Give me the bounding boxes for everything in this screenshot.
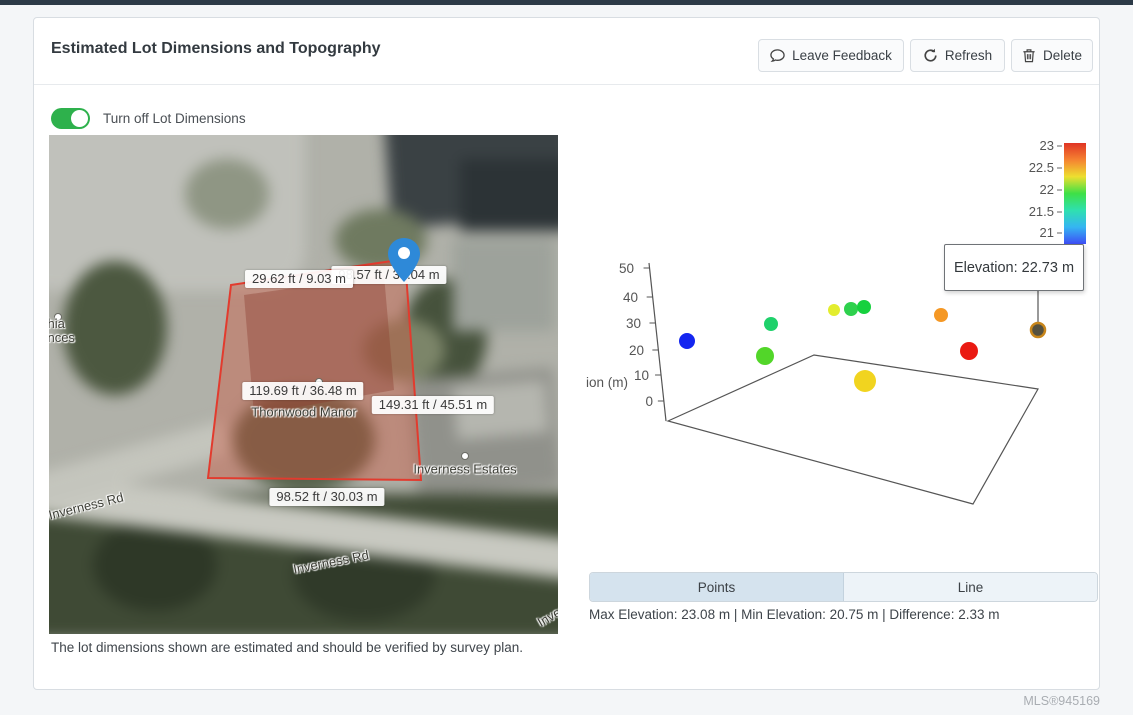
satellite-map[interactable]: 98.57 ft / 30.04 m 29.62 ft / 9.03 m 119… (49, 135, 558, 634)
colorbar-tick-label: 22.5 (1029, 160, 1054, 175)
z-axis-tick-label: 0 (645, 394, 653, 409)
elevation-point[interactable] (960, 342, 978, 360)
tab-line[interactable]: Line (844, 573, 1097, 601)
lot-dimension-label: 119.69 ft / 36.48 m (242, 382, 363, 400)
refresh-button[interactable]: Refresh (910, 39, 1005, 72)
disclaimer-text: The lot dimensions shown are estimated a… (51, 637, 549, 658)
elevation-point[interactable] (854, 370, 876, 392)
map-label-inverness-estates: Inverness Estates (413, 462, 516, 477)
elevation-point[interactable] (764, 317, 778, 331)
z-axis-tick-label: 20 (629, 343, 644, 358)
lot-dimensions-card: Estimated Lot Dimensions and Topography … (33, 17, 1100, 690)
elevation-point[interactable] (844, 302, 858, 316)
lot-dimension-label: 29.62 ft / 9.03 m (245, 270, 353, 288)
lot-dimension-label: 149.31 ft / 45.51 m (372, 396, 494, 414)
chart-mode-tabs: Points Line (589, 572, 1098, 602)
poi-dot (462, 453, 469, 460)
elevation-stats: Max Elevation: 23.08 m | Min Elevation: … (589, 607, 999, 622)
delete-label: Delete (1043, 48, 1082, 63)
trash-icon (1022, 48, 1036, 63)
delete-button[interactable]: Delete (1011, 39, 1093, 72)
map-label-clipped-residences: ophia dences (49, 317, 75, 345)
leave-feedback-button[interactable]: Leave Feedback (758, 39, 904, 72)
speech-bubble-icon (770, 48, 785, 63)
lot-boundary-polygon[interactable] (208, 259, 421, 480)
plot-floor (668, 355, 1038, 504)
colorbar-tick-label: 21.5 (1029, 204, 1054, 219)
leave-feedback-label: Leave Feedback (792, 48, 892, 63)
z-axis-tick-label: 50 (619, 261, 634, 276)
z-axis-tick-label: 40 (623, 290, 638, 305)
colorbar (1064, 143, 1086, 244)
tab-points[interactable]: Points (590, 573, 844, 601)
toggle-knob (71, 110, 88, 127)
elevation-point-hovered[interactable] (1031, 323, 1045, 337)
z-axis-tick-label: 10 (634, 368, 649, 383)
lot-dimension-label: 98.52 ft / 30.03 m (269, 488, 384, 506)
top-navigation-bar (0, 0, 1133, 5)
elevation-tooltip: Elevation: 22.73 m (944, 244, 1084, 291)
elevation-point[interactable] (756, 347, 774, 365)
map-pin-icon[interactable] (380, 230, 428, 288)
card-header: Estimated Lot Dimensions and Topography … (34, 18, 1099, 85)
z-axis-tick-label: 30 (626, 316, 641, 331)
colorbar-tick-label: 22 (1040, 182, 1054, 197)
elevation-point[interactable] (828, 304, 840, 316)
elevation-point[interactable] (679, 333, 695, 349)
colorbar-tick-label: 21 (1040, 225, 1054, 240)
refresh-icon (923, 48, 938, 63)
refresh-label: Refresh (945, 48, 992, 63)
mls-number: MLS®945169 (1023, 694, 1100, 708)
topography-chart: 2322.52221.521Elevation (m)50403020100io… (571, 131, 1116, 571)
lot-dimensions-toggle-label: Turn off Lot Dimensions (103, 111, 246, 126)
map-label-thornwood-manor: Thornwood Manor (251, 405, 357, 420)
lot-dimensions-toggle[interactable] (51, 108, 90, 129)
colorbar-tick-label: 23 (1040, 138, 1054, 153)
z-axis-label: ion (m) (586, 375, 628, 390)
elevation-point[interactable] (857, 300, 871, 314)
lot-dimensions-toggle-row: Turn off Lot Dimensions (51, 106, 246, 130)
elevation-point[interactable] (934, 308, 948, 322)
page-title: Estimated Lot Dimensions and Topography (51, 40, 381, 58)
